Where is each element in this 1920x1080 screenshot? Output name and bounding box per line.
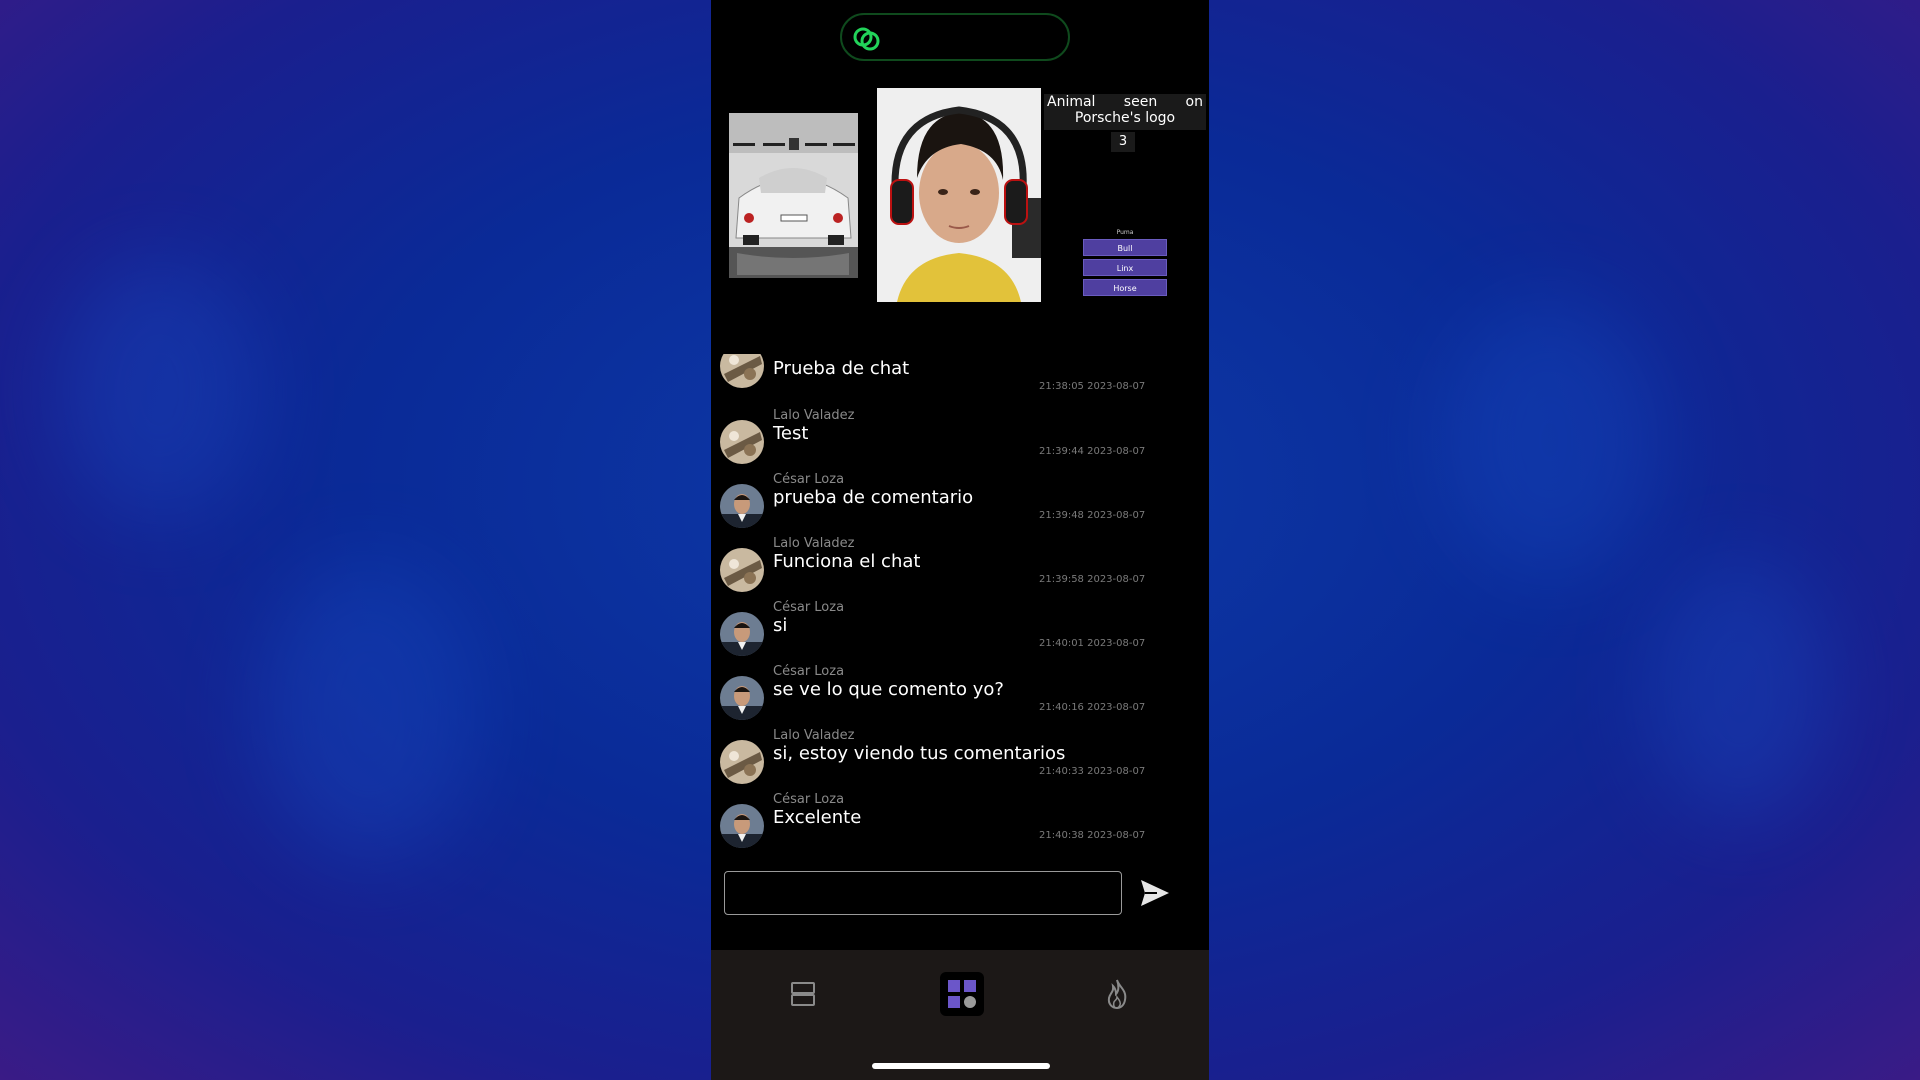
phone-screen: Animal seen on Porsche's logo 3 Puma Bul… <box>711 0 1209 1080</box>
quiz-option-linx[interactable]: Linx <box>1083 259 1167 276</box>
stacked-cards-icon <box>791 982 815 1006</box>
message-time: 21:38:05 2023-08-07 <box>1039 381 1146 392</box>
grid-apps-icon <box>948 980 976 1008</box>
message-time: 21:40:16 2023-08-07 <box>1039 702 1146 713</box>
avatar-lalo <box>720 354 764 388</box>
avatar-cesar <box>720 612 764 656</box>
message-time: 21:40:01 2023-08-07 <box>1039 638 1146 649</box>
quiz-question-word: Animal <box>1047 94 1096 110</box>
app-logo-pill <box>840 13 1070 61</box>
chat-message: Lalo Valadez si, estoy viendo tus coment… <box>711 728 1209 792</box>
avatar-cesar <box>720 484 764 528</box>
tab-grid-apps[interactable] <box>940 972 984 1016</box>
tab-stacked-cards[interactable] <box>789 980 817 1012</box>
message-time: 21:40:33 2023-08-07 <box>1039 766 1146 777</box>
flame-icon <box>1107 979 1127 1010</box>
quiz-option-label: Puma <box>1116 229 1134 236</box>
avatar-lalo <box>720 548 764 592</box>
send-button[interactable] <box>1139 878 1171 908</box>
send-arrow-icon <box>1141 880 1169 906</box>
quiz-question: Animal seen on Porsche's logo <box>1044 94 1206 130</box>
home-indicator[interactable] <box>872 1063 1050 1069</box>
message-author: Lalo Valadez <box>773 536 855 551</box>
quiz-option-horse[interactable]: Horse <box>1083 279 1167 296</box>
tab-flame[interactable] <box>1103 978 1131 1014</box>
message-text: Excelente <box>773 807 862 828</box>
quiz-question-line2: Porsche's logo <box>1074 110 1176 126</box>
chat-message: César Loza Excelente 21:40:38 2023-08-07 <box>711 792 1209 854</box>
message-author: César Loza <box>773 664 845 679</box>
chat-message: César Loza se ve lo que comento yo? 21:4… <box>711 664 1209 728</box>
quiz-question-word: on <box>1185 94 1203 110</box>
avatar-lalo <box>720 420 764 464</box>
message-text: Funciona el chat <box>773 551 921 572</box>
message-text: Prueba de chat <box>773 358 910 379</box>
message-author: César Loza <box>773 472 845 487</box>
message-author: César Loza <box>773 600 845 615</box>
chat-message: Lalo Valadez Funciona el chat 21:39:58 2… <box>711 536 1209 600</box>
bottom-tab-bar <box>711 950 1209 1080</box>
message-time: 21:39:48 2023-08-07 <box>1039 510 1146 521</box>
message-time: 21:39:44 2023-08-07 <box>1039 446 1146 457</box>
avatar-cesar <box>720 804 764 848</box>
chat-message: César Loza si 21:40:01 2023-08-07 <box>711 600 1209 664</box>
camera-feed <box>877 88 1041 302</box>
message-input[interactable] <box>724 871 1122 915</box>
message-text: se ve lo que comento yo? <box>773 679 1004 700</box>
shared-image-car[interactable] <box>729 113 858 278</box>
quiz-question-word: seen <box>1123 94 1158 110</box>
message-text: si, estoy viendo tus comentarios <box>773 743 1066 764</box>
message-text: prueba de comentario <box>773 487 974 508</box>
message-text: Test <box>773 423 809 444</box>
message-text: si <box>773 615 788 636</box>
message-author: Lalo Valadez <box>773 408 855 423</box>
chat-message: César Loza prueba de comentario 21:39:48… <box>711 472 1209 536</box>
message-author: Lalo Valadez <box>773 728 855 743</box>
avatar-lalo <box>720 740 764 784</box>
message-author: César Loza <box>773 792 845 807</box>
avatar-cesar <box>720 676 764 720</box>
chat-list[interactable]: Prueba de chat 21:38:05 2023-08-07 Lalo … <box>711 354 1209 854</box>
chat-message: Lalo Valadez Test 21:39:44 2023-08-07 <box>711 408 1209 472</box>
chain-link-logo-icon <box>853 27 880 51</box>
message-time: 21:40:38 2023-08-07 <box>1039 830 1146 841</box>
message-time: 21:39:58 2023-08-07 <box>1039 574 1146 585</box>
quiz-counter: 3 <box>1111 132 1135 152</box>
quiz-option-bull[interactable]: Bull <box>1083 239 1167 256</box>
